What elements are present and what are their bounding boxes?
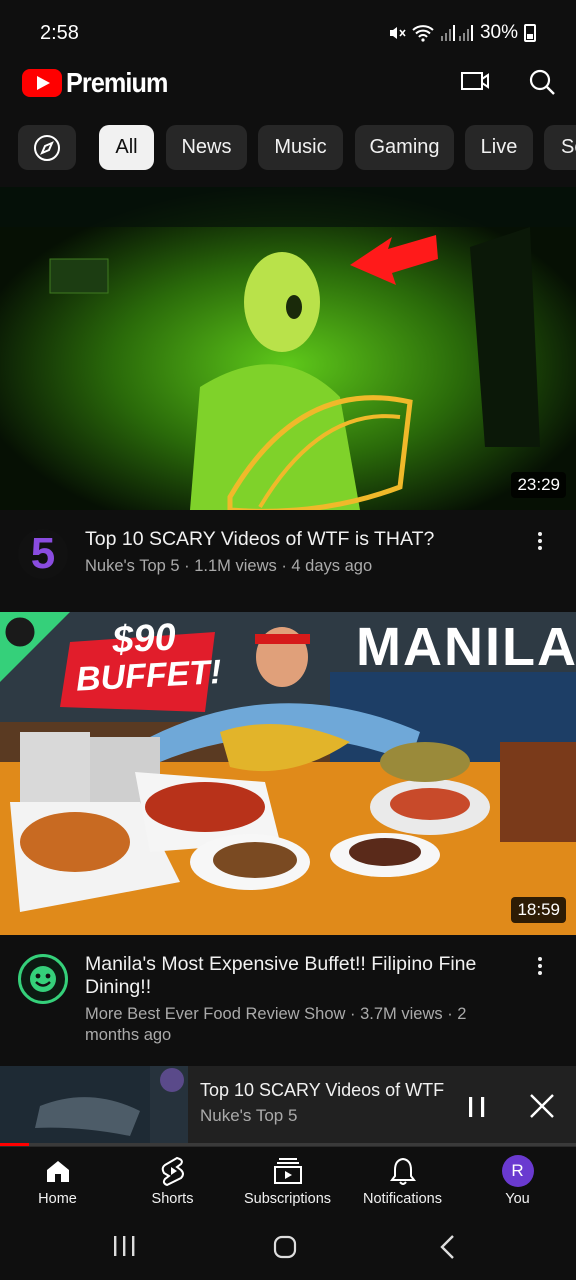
recent-apps-icon[interactable] bbox=[112, 1234, 136, 1258]
explore-chip[interactable] bbox=[18, 125, 76, 170]
channel-avatar[interactable]: 5 bbox=[18, 529, 68, 579]
chip-news[interactable]: News bbox=[166, 125, 247, 170]
compass-icon bbox=[34, 134, 60, 161]
status-time: 2:58 bbox=[40, 22, 79, 44]
nav-label: Notifications bbox=[363, 1191, 442, 1207]
nav-label: You bbox=[505, 1191, 530, 1207]
channel-avatar[interactable] bbox=[18, 954, 68, 1004]
thumbnail-image bbox=[0, 187, 576, 510]
subscriptions-icon bbox=[273, 1158, 302, 1184]
nav-home[interactable]: Home bbox=[0, 1155, 115, 1207]
video-subtitle: More Best Ever Food Review Show · 3.7M v… bbox=[85, 1005, 467, 1044]
mini-player-channel: Nuke's Top 5 bbox=[200, 1106, 298, 1125]
video-title[interactable]: Top 10 SCARY Videos of WTF is THAT? bbox=[85, 528, 505, 551]
pause-icon[interactable] bbox=[462, 1092, 492, 1122]
thumbnail-overlay-price: $90 BUFFET! bbox=[73, 616, 223, 699]
home-button-icon[interactable] bbox=[272, 1234, 298, 1260]
chip-live[interactable]: Live bbox=[465, 125, 533, 170]
chip-all[interactable]: All bbox=[99, 125, 154, 170]
nav-subscriptions[interactable]: Subscriptions bbox=[230, 1155, 345, 1207]
duration-badge: 23:29 bbox=[511, 472, 566, 498]
home-icon bbox=[46, 1161, 69, 1182]
video-meta: Manila's Most Expensive Buffet!! Filipin… bbox=[0, 935, 576, 1063]
avatar: R bbox=[501, 1155, 534, 1187]
avatar-text: 5 bbox=[30, 529, 56, 578]
chip-sc[interactable]: Sc bbox=[544, 125, 576, 170]
cast-icon[interactable] bbox=[460, 70, 490, 94]
duration-badge: 18:59 bbox=[511, 897, 566, 923]
youtube-logo[interactable]: Premium bbox=[22, 67, 179, 99]
mini-player-thumbnail[interactable] bbox=[0, 1066, 188, 1146]
battery-percent: 30% bbox=[479, 22, 518, 43]
mini-thumbnail-image bbox=[0, 1066, 188, 1146]
mini-player-title: Top 10 SCARY Videos of WTF i.. bbox=[200, 1080, 445, 1100]
battery-icon bbox=[524, 24, 536, 42]
brand-label: Premium bbox=[66, 67, 168, 98]
youtube-play-icon bbox=[22, 69, 62, 97]
nav-label: Shorts bbox=[151, 1191, 194, 1207]
shorts-icon bbox=[161, 1156, 184, 1186]
more-options-icon[interactable] bbox=[530, 526, 550, 556]
smiley-icon bbox=[30, 966, 56, 992]
bottom-nav: Home Shorts Subscriptions Notifications … bbox=[0, 1146, 576, 1212]
chip-gaming[interactable]: Gaming bbox=[355, 125, 454, 170]
overlay-city: MANILA bbox=[356, 617, 576, 677]
video-thumbnail[interactable]: $90 BUFFET! MANILA 18:59 bbox=[0, 612, 576, 935]
nav-you[interactable]: R You bbox=[460, 1155, 575, 1207]
back-icon[interactable] bbox=[438, 1234, 458, 1260]
status-bar: 2:58 30% bbox=[0, 0, 576, 64]
more-options-icon[interactable] bbox=[530, 951, 550, 981]
chip-music[interactable]: Music bbox=[258, 125, 343, 170]
wifi-icon bbox=[412, 25, 434, 42]
close-icon[interactable] bbox=[526, 1090, 558, 1122]
mute-icon bbox=[389, 27, 406, 39]
chip-bar: All News Music Gaming Live Sc bbox=[0, 125, 576, 171]
video-thumbnail[interactable]: 23:29 bbox=[0, 187, 576, 510]
video-subtitle: Nuke's Top 5 · 1.1M views · 4 days ago bbox=[85, 557, 373, 575]
overlay-buffet: BUFFET! bbox=[75, 653, 223, 699]
search-icon[interactable] bbox=[528, 68, 556, 96]
app-header: Premium bbox=[0, 62, 576, 102]
status-icons: 30% bbox=[388, 22, 536, 44]
video-meta: 5 Top 10 SCARY Videos of WTF is THAT? Nu… bbox=[0, 510, 576, 610]
nav-label: Subscriptions bbox=[243, 1191, 332, 1207]
video-title[interactable]: Manila's Most Expensive Buffet!! Filipin… bbox=[85, 953, 505, 999]
bell-icon bbox=[389, 1157, 416, 1185]
system-nav-bar bbox=[0, 1212, 576, 1280]
nav-label: Home bbox=[38, 1191, 77, 1207]
nav-shorts[interactable]: Shorts bbox=[115, 1155, 230, 1207]
nav-notifications[interactable]: Notifications bbox=[345, 1155, 460, 1207]
signal-icon bbox=[440, 25, 473, 41]
mini-player[interactable]: Top 10 SCARY Videos of WTF i.. Nuke's To… bbox=[0, 1066, 576, 1146]
